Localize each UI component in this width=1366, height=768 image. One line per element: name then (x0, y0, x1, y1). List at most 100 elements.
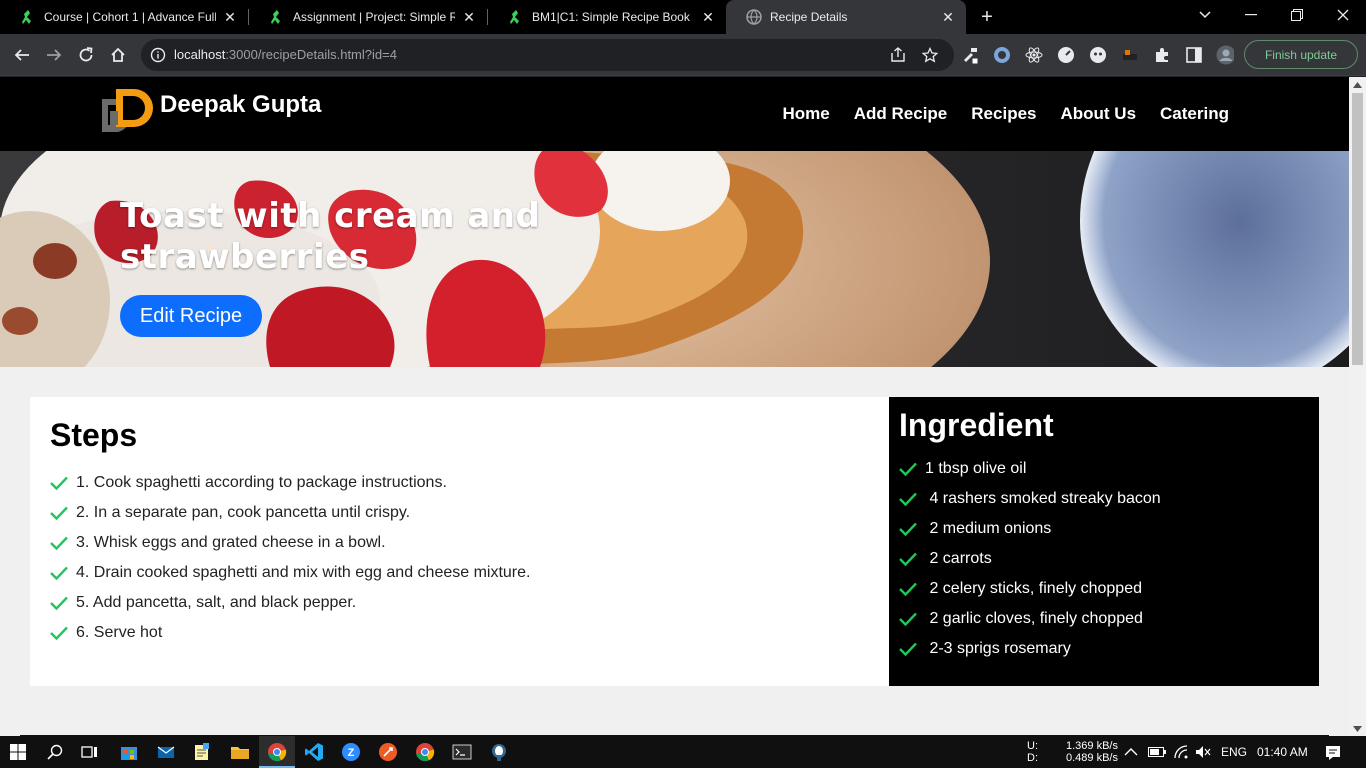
postman-icon[interactable] (376, 740, 400, 764)
nav-recipes-link[interactable]: Recipes (971, 104, 1036, 124)
steps-panel: Steps 1. Cook spaghetti according to pac… (30, 397, 889, 686)
nav-add-recipe-link[interactable]: Add Recipe (854, 104, 948, 124)
step-item: 6. Serve hot (50, 618, 869, 648)
wifi-icon[interactable] (1173, 736, 1189, 768)
volume-muted-icon[interactable] (1195, 736, 1211, 768)
step-text: 1. Cook spaghetti according to package i… (76, 474, 447, 491)
chrome-profile-icon[interactable] (413, 740, 437, 764)
task-view-icon[interactable] (78, 740, 102, 764)
clock[interactable]: 01:40 AM (1257, 736, 1308, 768)
dg-logo-icon (102, 89, 153, 132)
step-text: 4. Drain cooked spaghetti and mix with e… (76, 564, 531, 581)
store-icon[interactable] (117, 740, 141, 764)
postgres-icon[interactable] (487, 740, 511, 764)
scrollbar-thumb[interactable] (1352, 93, 1363, 365)
chrome-icon[interactable] (265, 740, 289, 764)
nav-about-us-link[interactable]: About Us (1060, 104, 1136, 124)
tab-recipe-details[interactable]: Recipe Details ✕ (726, 0, 966, 34)
ghost-extension-icon[interactable] (1089, 46, 1107, 64)
ingredient-text: 1 tbsp olive oil (925, 460, 1027, 477)
url-host: localhost (174, 47, 226, 62)
tab-assignment[interactable]: Assignment | Project: Simple Re ✕ (249, 0, 487, 34)
scroll-up-arrow-icon[interactable] (1353, 81, 1362, 89)
nav-catering-link[interactable]: Catering (1160, 104, 1229, 124)
ingredient-item: 2-3 sprigs rosemary (899, 634, 1309, 664)
react-devtools-icon[interactable] (1025, 46, 1043, 64)
step-item: 4. Drain cooked spaghetti and mix with e… (50, 558, 869, 588)
language-indicator[interactable]: ENG (1221, 736, 1247, 768)
close-tab-icon[interactable]: ✕ (222, 9, 238, 25)
ingredient-text: 2 garlic cloves, finely chopped (925, 610, 1143, 627)
extensions-puzzle-icon[interactable] (1153, 46, 1171, 64)
address-bar[interactable]: localhost:3000/recipeDetails.html?id=4 (141, 39, 954, 71)
nav-home-link[interactable]: Home (783, 104, 830, 124)
close-window-icon[interactable] (1320, 0, 1366, 30)
ingredient-item: 2 celery sticks, finely chopped (899, 574, 1309, 604)
net-speed-labels: U: D: (1027, 736, 1038, 768)
tray-chevron-up-icon[interactable] (1124, 736, 1138, 768)
extension-colored-icon[interactable] (1121, 46, 1139, 64)
svg-text:Z: Z (348, 747, 355, 759)
close-tab-icon[interactable]: ✕ (461, 9, 477, 25)
finish-update-button[interactable]: Finish update (1244, 40, 1358, 69)
browser-tab-strip: Course | Cohort 1 | Advance Full S ✕ Ass… (0, 0, 1366, 34)
download-label: D: (1027, 752, 1038, 764)
browser-toolbar: localhost:3000/recipeDetails.html?id=4 F… (0, 34, 1366, 76)
check-icon (50, 596, 68, 610)
step-item: 2. In a separate pan, cook pancetta unti… (50, 498, 869, 528)
close-tab-icon[interactable]: ✕ (700, 9, 716, 25)
tab-course[interactable]: Course | Cohort 1 | Advance Full S ✕ (0, 0, 248, 34)
ingredient-item: 2 garlic cloves, finely chopped (899, 604, 1309, 634)
profile-avatar[interactable] (1216, 45, 1234, 65)
extension-tool-icon[interactable] (961, 46, 979, 64)
steps-list: 1. Cook spaghetti according to package i… (50, 468, 869, 648)
home-icon[interactable] (104, 41, 132, 69)
forward-arrow-icon[interactable] (40, 41, 68, 69)
step-text: 3. Whisk eggs and grated cheese in a bow… (76, 534, 386, 551)
speed-gauge-icon[interactable] (1057, 46, 1075, 64)
step-item: 1. Cook spaghetti according to package i… (50, 468, 869, 498)
windows-start-icon[interactable] (6, 740, 30, 764)
recipe-title: Toast with cream and strawberries (120, 196, 541, 277)
recipe-hero: Toast with cream and strawberries Edit R… (0, 151, 1349, 367)
check-icon (50, 566, 68, 580)
tab-recipe-book[interactable]: BM1|C1: Simple Recipe Book ✕ (488, 0, 726, 34)
brand[interactable]: Deepak Gupta (100, 87, 321, 133)
runner-favicon-icon (269, 9, 285, 25)
share-icon[interactable] (889, 46, 907, 64)
scroll-down-arrow-icon[interactable] (1353, 725, 1362, 733)
terminal-icon[interactable] (450, 740, 474, 764)
file-explorer-icon[interactable] (228, 740, 252, 764)
notepad-icon[interactable] (190, 740, 214, 764)
edit-recipe-button[interactable]: Edit Recipe (120, 295, 262, 337)
page-scrollbar[interactable] (1349, 77, 1366, 736)
step-text: 2. In a separate pan, cook pancetta unti… (76, 504, 411, 521)
check-icon (50, 536, 68, 550)
new-tab-plus-icon[interactable]: + (975, 5, 999, 29)
zoom-icon[interactable]: Z (339, 740, 363, 764)
site-info-icon[interactable] (150, 47, 166, 63)
check-icon (899, 522, 917, 536)
steps-heading: Steps (50, 417, 138, 453)
ingredient-text: 2 medium onions (925, 520, 1052, 537)
search-icon[interactable] (43, 740, 67, 764)
brand-name: Deepak Gupta (160, 91, 322, 118)
notifications-icon[interactable] (1325, 736, 1341, 768)
check-icon (899, 492, 917, 506)
upload-label: U: (1027, 740, 1038, 752)
extension-circle-icon[interactable] (993, 46, 1011, 64)
reload-icon[interactable] (72, 41, 100, 69)
minimize-icon[interactable] (1228, 0, 1274, 30)
back-arrow-icon[interactable] (8, 41, 36, 69)
battery-icon[interactable] (1148, 736, 1166, 768)
check-icon (899, 462, 917, 476)
side-panel-icon[interactable] (1185, 46, 1203, 64)
bookmark-star-icon[interactable] (921, 46, 939, 64)
check-icon (899, 552, 917, 566)
mail-icon[interactable] (154, 740, 178, 764)
tab-search-chevron-icon[interactable] (1182, 0, 1228, 30)
restore-icon[interactable] (1274, 0, 1320, 30)
url-path: :3000/recipeDetails.html?id=4 (225, 47, 397, 62)
close-tab-icon[interactable]: ✕ (940, 9, 956, 25)
vscode-icon[interactable] (302, 740, 326, 764)
